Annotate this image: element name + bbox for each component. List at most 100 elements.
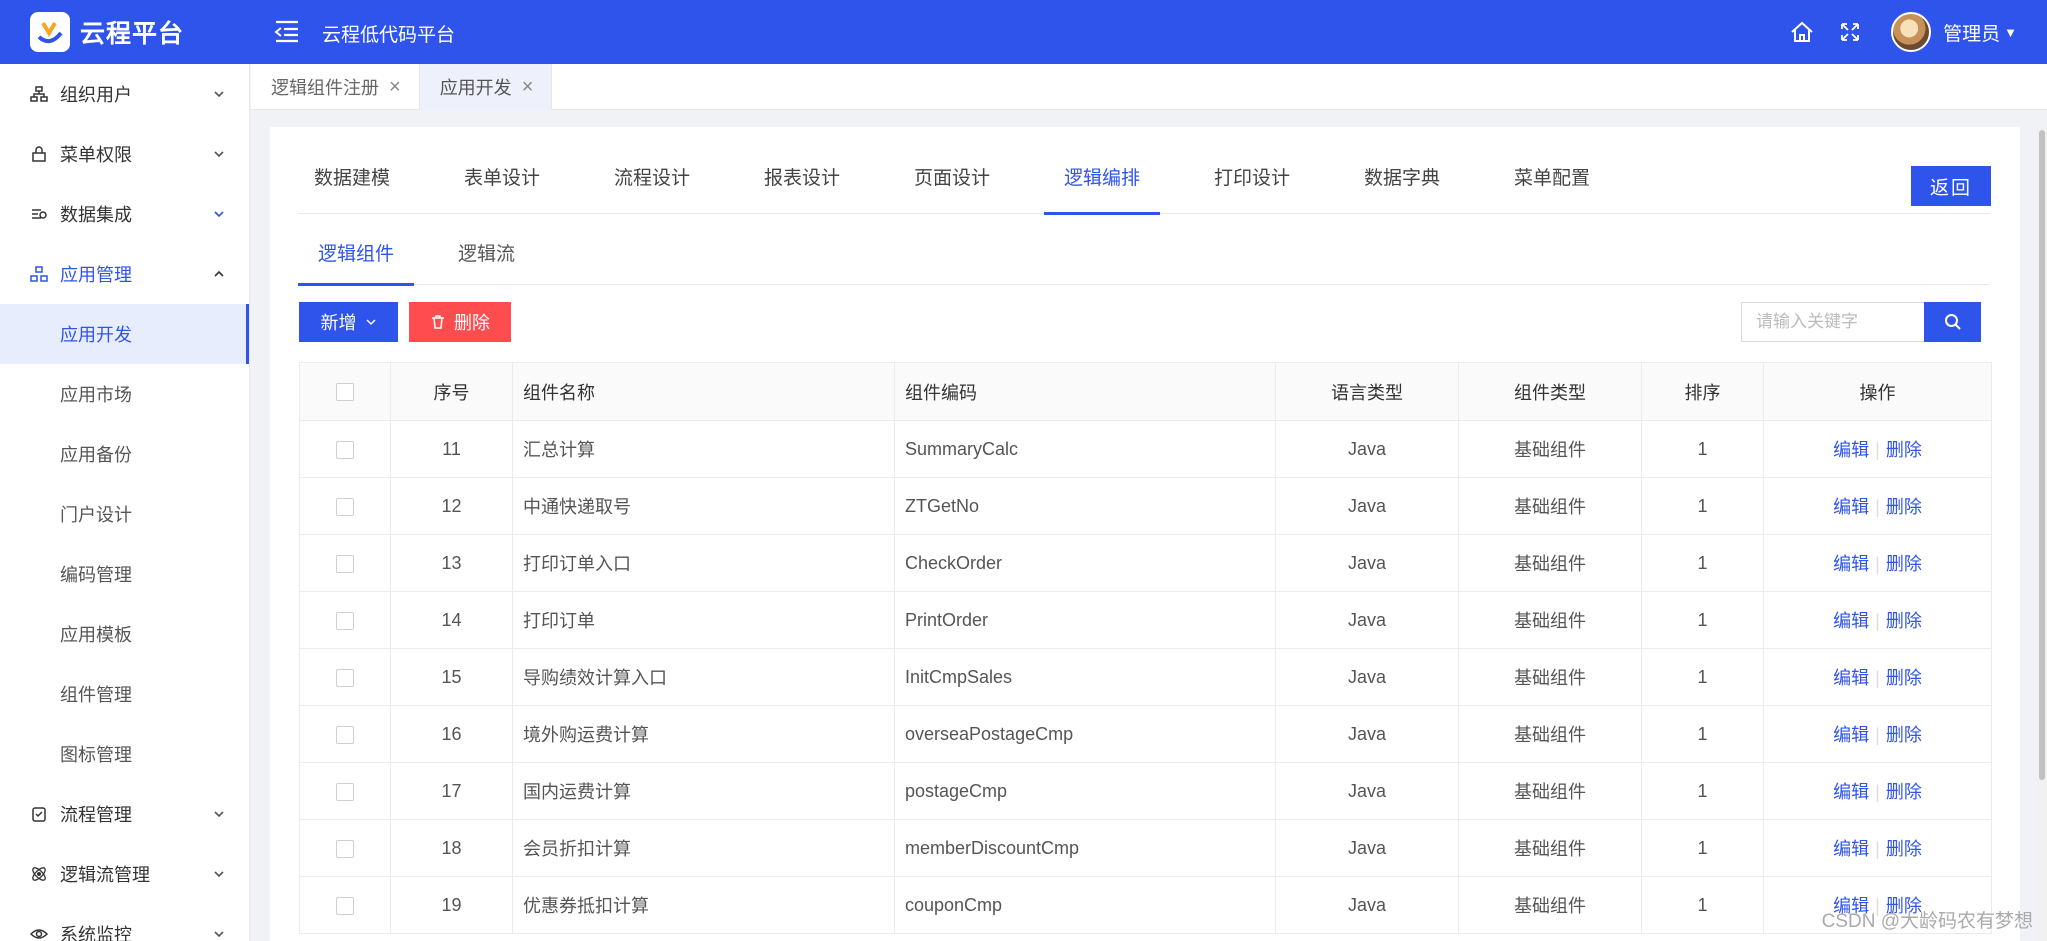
edit-link[interactable]: 编辑 xyxy=(1833,725,1869,745)
caret-down-icon[interactable]: ▼ xyxy=(2004,25,2017,40)
add-button-label: 新增 xyxy=(320,313,357,333)
menu-collapse-icon[interactable] xyxy=(272,16,302,46)
tab-data-modeling[interactable]: 数据建模 xyxy=(314,164,390,214)
sidebar-item-data-integration[interactable]: 数据集成 xyxy=(0,184,249,244)
select-all-checkbox[interactable] xyxy=(336,383,354,402)
chevron-up-icon xyxy=(214,270,224,277)
edit-link[interactable]: 编辑 xyxy=(1833,839,1869,859)
sidebar-subitem-app-dev[interactable]: 应用开发 xyxy=(0,304,249,364)
cell-type: 基础组件 xyxy=(1458,876,1642,934)
sidebar-item-menu-permission[interactable]: 菜单权限 xyxy=(0,124,249,184)
row-checkbox[interactable] xyxy=(336,668,354,687)
cell-name: 优惠券抵扣计算 xyxy=(512,876,895,934)
sidebar-subitem-app-backup[interactable]: 应用备份 xyxy=(0,424,249,484)
sidebar-subitem-code-management[interactable]: 编码管理 xyxy=(0,544,249,604)
table-row: 12 中通快递取号 ZTGetNo Java 基础组件 1 编辑 | 删除 xyxy=(299,477,1992,535)
edit-link[interactable]: 编辑 xyxy=(1833,782,1869,802)
tab-page-design[interactable]: 页面设计 xyxy=(914,164,990,214)
delete-link[interactable]: 删除 xyxy=(1886,554,1922,574)
row-checkbox[interactable] xyxy=(336,554,354,573)
back-button[interactable]: 返回 xyxy=(1911,166,1991,206)
row-checkbox[interactable] xyxy=(336,896,354,915)
sidebar-item-flow-management[interactable]: 流程管理 xyxy=(0,784,249,844)
fullscreen-icon[interactable] xyxy=(1837,19,1863,45)
page-tab-label: 逻辑组件注册 xyxy=(271,78,379,98)
row-checkbox[interactable] xyxy=(336,440,354,459)
sidebar-subitem-portal-design[interactable]: 门户设计 xyxy=(0,484,249,544)
delete-link[interactable]: 删除 xyxy=(1886,440,1922,460)
chevron-down-icon xyxy=(214,931,224,938)
tab-logic-flow[interactable]: 逻辑流 xyxy=(458,235,515,285)
sidebar-item-label: 菜单权限 xyxy=(60,145,132,165)
sidebar-subitem-app-market[interactable]: 应用市场 xyxy=(0,364,249,424)
table-row: 17 国内运费计算 postageCmp Java 基础组件 1 编辑 | 删除 xyxy=(299,762,1992,820)
page-tab-logic-component-register[interactable]: 逻辑组件注册 × xyxy=(251,64,420,110)
top-bar: 云程平台 云程低代码平台 管理员 ▼ xyxy=(0,0,2047,64)
data-icon xyxy=(32,209,47,219)
cell-name: 国内运费计算 xyxy=(512,762,895,820)
brand[interactable]: 云程平台 xyxy=(0,0,250,64)
delete-link[interactable]: 删除 xyxy=(1886,782,1922,802)
delete-link[interactable]: 删除 xyxy=(1886,839,1922,859)
avatar[interactable] xyxy=(1891,12,1932,52)
edit-link[interactable]: 编辑 xyxy=(1833,554,1869,574)
cell-sort: 1 xyxy=(1641,876,1764,934)
row-checkbox[interactable] xyxy=(336,725,354,744)
home-icon[interactable] xyxy=(1789,19,1815,45)
delete-link[interactable]: 删除 xyxy=(1886,611,1922,631)
tab-logic-orchestration[interactable]: 逻辑编排 xyxy=(1043,164,1161,215)
close-icon[interactable]: × xyxy=(522,76,534,99)
sidebar-item-system-monitor[interactable]: 系统监控 xyxy=(0,904,249,941)
checkbox-cell xyxy=(299,534,391,592)
add-button[interactable]: 新增 xyxy=(299,302,398,342)
search-input[interactable] xyxy=(1741,302,1925,342)
component-table: 序号 组件名称 组件编码 语言类型 组件类型 排序 操作 11 汇总计算 Sum… xyxy=(299,362,1992,934)
column-header: 组件名称 xyxy=(512,362,895,421)
flow-icon xyxy=(32,807,46,822)
cell-no: 16 xyxy=(390,705,513,763)
header-checkbox-cell xyxy=(299,362,391,421)
delete-link[interactable]: 删除 xyxy=(1886,668,1922,688)
tab-flow-design[interactable]: 流程设计 xyxy=(614,164,690,214)
edit-link[interactable]: 编辑 xyxy=(1833,497,1869,517)
sidebar-item-label: 数据集成 xyxy=(60,205,132,225)
table-row: 15 导购绩效计算入口 InitCmpSales Java 基础组件 1 编辑 |… xyxy=(299,648,1992,706)
sidebar-subitem-icon-management[interactable]: 图标管理 xyxy=(0,724,249,784)
cell-actions: 编辑 | 删除 xyxy=(1763,534,1992,592)
sidebar-subitem-component-management[interactable]: 组件管理 xyxy=(0,664,249,724)
delete-button[interactable]: 删除 xyxy=(409,302,511,342)
search-button[interactable] xyxy=(1924,302,1981,342)
column-header: 语言类型 xyxy=(1275,362,1459,421)
close-icon[interactable]: × xyxy=(389,76,401,99)
delete-link[interactable]: 删除 xyxy=(1886,725,1922,745)
tab-form-design[interactable]: 表单设计 xyxy=(464,164,540,214)
row-checkbox[interactable] xyxy=(336,782,354,801)
row-checkbox[interactable] xyxy=(336,611,354,630)
sidebar-item-logic-flow-management[interactable]: 逻辑流管理 xyxy=(0,844,249,904)
row-checkbox[interactable] xyxy=(336,497,354,516)
cell-actions: 编辑 | 删除 xyxy=(1763,819,1992,877)
tab-data-dictionary[interactable]: 数据字典 xyxy=(1364,164,1440,214)
page-tab-app-dev[interactable]: 应用开发 × xyxy=(419,64,553,110)
content-card: 数据建模 表单设计 流程设计 报表设计 页面设计 逻辑编排 打印设计 数据字典 … xyxy=(270,127,2020,941)
cell-actions: 编辑 | 删除 xyxy=(1763,591,1992,649)
sidebar-item-org-users[interactable]: 组织用户 xyxy=(0,64,249,124)
sidebar-item-app-management[interactable]: 应用管理 xyxy=(0,244,249,304)
row-checkbox[interactable] xyxy=(336,839,354,858)
tab-logic-component[interactable]: 逻辑组件 xyxy=(297,235,415,286)
edit-link[interactable]: 编辑 xyxy=(1833,611,1869,631)
sidebar-subitem-app-template[interactable]: 应用模板 xyxy=(0,604,249,664)
tab-menu-config[interactable]: 菜单配置 xyxy=(1514,164,1590,214)
checkbox-cell xyxy=(299,762,391,820)
tab-print-design[interactable]: 打印设计 xyxy=(1214,164,1290,214)
scrollbar-thumb[interactable] xyxy=(2039,130,2045,780)
user-name[interactable]: 管理员 xyxy=(1943,19,2000,46)
chevron-down-icon xyxy=(214,151,224,158)
delete-link[interactable]: 删除 xyxy=(1886,497,1922,517)
cell-type: 基础组件 xyxy=(1458,762,1642,820)
chevron-down-icon xyxy=(214,211,224,218)
edit-link[interactable]: 编辑 xyxy=(1833,440,1869,460)
org-icon xyxy=(30,86,48,102)
tab-report-design[interactable]: 报表设计 xyxy=(764,164,840,214)
edit-link[interactable]: 编辑 xyxy=(1833,668,1869,688)
